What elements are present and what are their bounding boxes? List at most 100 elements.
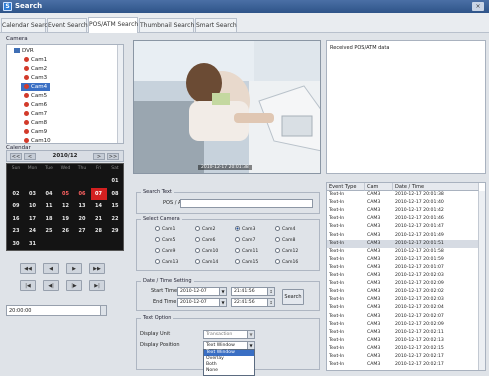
tab-smart-search[interactable]: Smart Search: [195, 18, 237, 32]
tree-item-cam4[interactable]: Cam4: [21, 83, 51, 91]
calendar-day[interactable]: 28: [91, 225, 107, 237]
calendar-day[interactable]: 23: [8, 225, 24, 237]
camera-radio-cam2[interactable]: Cam2: [195, 226, 223, 234]
calendar-day[interactable]: 16: [8, 213, 24, 225]
table-row[interactable]: Text-In CAM3 2010-12-17 20:01:46: [327, 215, 479, 223]
calendar-day[interactable]: 01: [107, 175, 123, 187]
table-row[interactable]: Text-In CAM3 2010-12-17 20:01:49: [327, 232, 479, 240]
table-row[interactable]: Text-In CAM3 2010-12-17 20:01:42: [327, 207, 479, 215]
col-header-date-time[interactable]: Date / Time: [393, 183, 479, 191]
table-row[interactable]: Text-In CAM3 2010-12-17 20:02:04: [327, 304, 479, 312]
calendar-day[interactable]: 12: [58, 200, 74, 212]
camera-radio-cam3[interactable]: Cam3: [235, 226, 263, 234]
calendar-day[interactable]: 04: [41, 188, 57, 200]
next-frame-button[interactable]: |▶: [66, 280, 82, 291]
prev-frame-button[interactable]: ◀|: [43, 280, 59, 291]
calendar-day[interactable]: 14: [91, 200, 107, 212]
col-header-cam[interactable]: Cam: [365, 183, 393, 191]
calendar-day[interactable]: 13: [74, 200, 90, 212]
table-row[interactable]: Text-In CAM3 2010-12-17 20:01:07: [327, 264, 479, 272]
pos-atm-input[interactable]: [180, 199, 313, 208]
camera-tree[interactable]: DVR Cam1 Cam2 Cam3 Cam4 Cam5 Cam6 Cam7 C…: [6, 44, 124, 144]
calendar-day[interactable]: 26: [58, 225, 74, 237]
col-header-event-type[interactable]: Event Type: [327, 183, 365, 191]
next-year-button[interactable]: >>: [107, 153, 119, 160]
calendar-day[interactable]: 27: [74, 225, 90, 237]
tree-item-cam9[interactable]: Cam9: [21, 128, 50, 136]
tree-item-cam8[interactable]: Cam8: [21, 119, 50, 127]
calendar-day[interactable]: 31: [25, 238, 41, 250]
tab-calendar-search[interactable]: Calendar Search: [1, 18, 52, 32]
camera-radio-cam7[interactable]: Cam7: [235, 237, 263, 245]
display-position-options[interactable]: Text Window Overlay Both None: [203, 349, 255, 376]
close-button[interactable]: ×: [472, 2, 484, 11]
calendar-day[interactable]: 09: [8, 200, 24, 212]
calendar-day[interactable]: 30: [8, 238, 24, 250]
table-scrollbar[interactable]: [478, 191, 485, 370]
table-row[interactable]: Text-In CAM3 2010-12-17 20:01:58: [327, 248, 479, 256]
camera-radio-cam4[interactable]: Cam4: [275, 226, 303, 234]
table-row[interactable]: Text-In CAM3 2010-12-17 20:01:47: [327, 223, 479, 231]
end-date-input[interactable]: 2010-12-07 ▼: [177, 298, 227, 307]
fast-rewind-button[interactable]: ◀◀: [20, 263, 36, 274]
last-frame-button[interactable]: ▶|: [89, 280, 105, 291]
calendar-day[interactable]: 19: [58, 213, 74, 225]
fast-forward-button[interactable]: ▶▶: [89, 263, 105, 274]
camera-radio-cam10[interactable]: Cam10: [195, 248, 223, 256]
search-button[interactable]: Search: [282, 289, 304, 305]
table-row[interactable]: Text-In CAM3 2010-12-17 20:02:17: [327, 353, 479, 361]
calendar-day[interactable]: 25: [41, 225, 57, 237]
calendar-day[interactable]: 08: [107, 188, 123, 200]
camera-radio-cam15[interactable]: Cam15: [235, 259, 263, 267]
calendar-day[interactable]: 15: [107, 200, 123, 212]
camera-radio-cam16[interactable]: Cam16: [275, 259, 303, 267]
play-button[interactable]: ▶: [66, 263, 82, 274]
end-date-dropdown-icon[interactable]: ▼: [219, 299, 226, 306]
table-row[interactable]: Text-In CAM3 2010-12-17 20:01:51: [327, 239, 479, 248]
display-unit-dropdown-icon[interactable]: ▼: [247, 331, 254, 338]
table-row[interactable]: Text-In CAM3 2010-12-17 20:02:03: [327, 296, 479, 304]
rewind-button[interactable]: ◀: [43, 263, 59, 274]
calendar-day[interactable]: 22: [107, 213, 123, 225]
table-row[interactable]: Text-In CAM3 2010-12-17 20:02:07: [327, 313, 479, 321]
start-time-spinner[interactable]: ↕: [267, 288, 274, 295]
table-row[interactable]: Text-In CAM3 2010-12-17 20:01:38: [327, 191, 479, 199]
calendar-day[interactable]: 10: [25, 200, 41, 212]
camera-radio-cam9[interactable]: Cam9: [155, 248, 183, 256]
table-row[interactable]: Text-In CAM3 2010-12-17 20:02:09: [327, 321, 479, 329]
camera-radio-cam13[interactable]: Cam13: [155, 259, 183, 267]
prev-month-button[interactable]: <: [24, 153, 36, 160]
tree-item-cam2[interactable]: Cam2: [21, 65, 50, 73]
first-frame-button[interactable]: |◀: [20, 280, 36, 291]
calendar-day[interactable]: 18: [41, 213, 57, 225]
option-none[interactable]: None: [204, 368, 254, 374]
calendar-day[interactable]: 11: [41, 200, 57, 212]
start-date-dropdown-icon[interactable]: ▼: [219, 288, 226, 295]
table-row[interactable]: Text-In CAM3 2010-12-17 20:02:13: [327, 337, 479, 345]
time-spinner[interactable]: [100, 306, 106, 315]
end-time-spinner[interactable]: ↕: [267, 299, 274, 306]
tab-pos-atm-search[interactable]: POS/ATM Search: [88, 17, 138, 33]
time-field[interactable]: 20:00:00: [6, 305, 107, 316]
tree-item-cam1[interactable]: Cam1: [21, 56, 50, 64]
prev-year-button[interactable]: <<: [10, 153, 22, 160]
event-table[interactable]: Event Type Cam Date / Time Text-In CAM3 20…: [326, 182, 486, 371]
camera-radio-cam8[interactable]: Cam8: [275, 237, 303, 245]
tab-thumbnail-search[interactable]: Thumbnail Search: [139, 18, 194, 32]
tree-item-cam6[interactable]: Cam6: [21, 101, 50, 109]
pos-text-list[interactable]: Received POS/ATM data: [326, 40, 486, 174]
camera-radio-cam12[interactable]: Cam12: [275, 248, 303, 256]
table-row[interactable]: Text-In CAM3 2010-12-17 20:02:15: [327, 345, 479, 353]
calendar-day[interactable]: 07: [90, 187, 107, 200]
table-row[interactable]: Text-In CAM3 2010-12-17 20:01:40: [327, 199, 479, 207]
calendar-day[interactable]: 06: [74, 188, 90, 200]
tree-item-cam10[interactable]: Cam10: [21, 137, 54, 143]
table-row[interactable]: Text-In CAM3 2010-12-17 20:01:59: [327, 256, 479, 264]
tab-event-search[interactable]: Event Search: [47, 18, 88, 32]
calendar-day[interactable]: 24: [25, 225, 41, 237]
calendar-day[interactable]: 21: [91, 213, 107, 225]
table-row[interactable]: Text-In CAM3 2010-12-17 20:02:03: [327, 272, 479, 280]
table-row[interactable]: Text-In CAM3 2010-12-17 20:02:17: [327, 361, 479, 369]
table-row[interactable]: Text-In CAM3 2010-12-17 20:02:09: [327, 280, 479, 288]
table-row[interactable]: Text-In CAM3 2010-12-17 20:02:11: [327, 329, 479, 337]
